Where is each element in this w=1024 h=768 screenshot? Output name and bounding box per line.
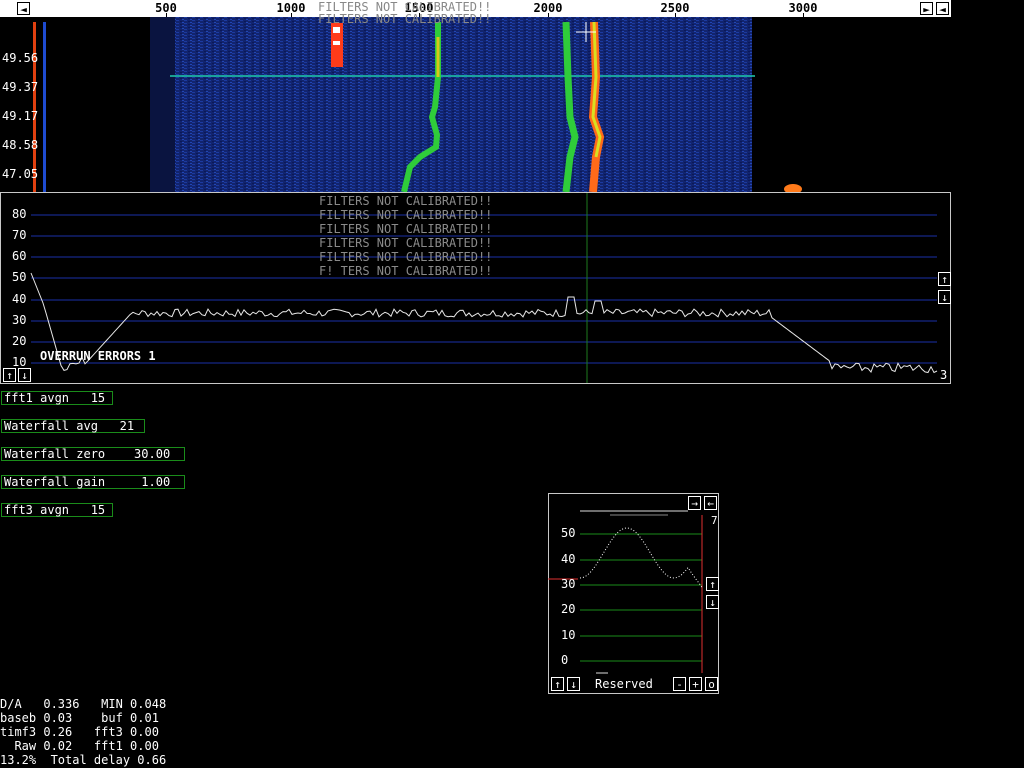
small-y-label: 20 <box>561 602 576 616</box>
param-fft3-avgn[interactable]: fft3 avgn 15 <box>1 503 113 517</box>
spectrum-y-label: 10 <box>12 355 27 369</box>
stat-line: Raw 0.02 fft1 0.00 <box>0 739 159 753</box>
right-value: 3 <box>940 368 948 382</box>
small-y-label: 50 <box>561 526 576 540</box>
small-y-label: 40 <box>561 552 576 566</box>
filters-warning: FILTERS NOT CALIBRATED!! <box>319 236 493 250</box>
stat-line: 13.2% Total delay 0.66 <box>0 753 167 767</box>
stat-line: baseb 0.03 buf 0.01 <box>0 711 159 725</box>
filters-warning: FILTERS NOT CALIBRATED!! <box>319 250 493 264</box>
arrow-left-icon[interactable]: ◄ <box>936 2 949 16</box>
waterfall-graphic <box>33 17 802 194</box>
waterfall-time-label: 48.58 <box>2 138 39 152</box>
waterfall-time-label: 47.05 <box>2 167 39 181</box>
waterfall-time-label: 49.37 <box>2 80 39 94</box>
param-waterfall-zero[interactable]: Waterfall zero 30.00 <box>1 447 185 461</box>
waterfall-time-label: 49.17 <box>2 109 39 123</box>
reserved-label: Reserved <box>595 677 653 691</box>
small-corner-value: 7 <box>711 514 718 527</box>
filters-warning: FILTERS NOT CALIBRATED!! <box>319 222 493 236</box>
param-waterfall-avg[interactable]: Waterfall avg 21 <box>1 419 145 433</box>
arrow-up-icon[interactable]: ↑ <box>551 677 564 691</box>
filters-warning-top-2: FILTERS NOT CALIBRATED!! <box>318 12 492 26</box>
arrow-right-icon[interactable]: ► <box>920 2 933 16</box>
arrow-left-icon[interactable]: ◄ <box>17 2 30 16</box>
arrow-up-icon[interactable]: ↑ <box>3 368 16 382</box>
filters-warning: FILTERS NOT CALIBRATED!! <box>319 208 493 222</box>
o-button[interactable]: o <box>705 677 718 691</box>
spectrum-y-label: 80 <box>12 207 27 221</box>
stat-line: D/A 0.336 MIN 0.048 <box>0 697 167 711</box>
arrow-down-icon[interactable]: ↓ <box>567 677 580 691</box>
spectrum-y-label: 40 <box>12 292 27 306</box>
stat-line: timf3 0.26 fft3 0.00 <box>0 725 159 739</box>
plus-button[interactable]: + <box>689 677 702 691</box>
spectrum-display[interactable]: 80 70 60 50 40 30 20 10 FILTERS NOT CALIBRATED!… <box>0 192 951 384</box>
arrow-down-icon[interactable]: ↓ <box>18 368 31 382</box>
spectrum-y-label: 50 <box>12 270 27 284</box>
minus-button[interactable]: - <box>673 677 686 691</box>
arrow-down-icon[interactable]: ↓ <box>706 595 719 609</box>
arrow-left-icon[interactable]: ← <box>704 496 717 510</box>
small-y-label: 0 <box>561 653 569 667</box>
small-y-label: 30 <box>561 577 576 591</box>
arrow-right-icon[interactable]: → <box>688 496 701 510</box>
waterfall-display[interactable]: 49.56 49.37 49.17 48.58 47.05 FILTERS NOT CA… <box>0 0 951 194</box>
small-spectrum-window[interactable]: → ← 7 50 40 30 20 10 0 ↑ ↓ ↑ ↓ Reserved - + o <box>548 493 719 694</box>
small-spectrum-graphic <box>548 510 703 674</box>
spectrum-y-label: 30 <box>12 313 27 327</box>
waterfall-time-label: 49.56 <box>2 51 39 65</box>
filters-warning: FILTERS NOT CALIBRATED!! <box>319 194 493 208</box>
arrow-up-icon[interactable]: ↑ <box>938 272 951 286</box>
filters-warning: F! TERS NOT CALIBRATED!! <box>319 264 493 278</box>
spectrum-y-label: 60 <box>12 249 27 263</box>
spectrum-y-label: 20 <box>12 334 27 348</box>
arrow-up-icon[interactable]: ↑ <box>706 577 719 591</box>
small-y-label: 10 <box>561 628 576 642</box>
arrow-down-icon[interactable]: ↓ <box>938 290 951 304</box>
param-fft1-avgn[interactable]: fft1 avgn 15 <box>1 391 113 405</box>
overrun-errors: OVERRUN ERRORS 1 <box>40 349 156 363</box>
param-waterfall-gain[interactable]: Waterfall gain 1.00 <box>1 475 185 489</box>
stats-panel: D/A 0.336 MIN 0.048 baseb 0.03 buf 0.01 … <box>0 697 166 767</box>
spectrum-y-label: 70 <box>12 228 27 242</box>
